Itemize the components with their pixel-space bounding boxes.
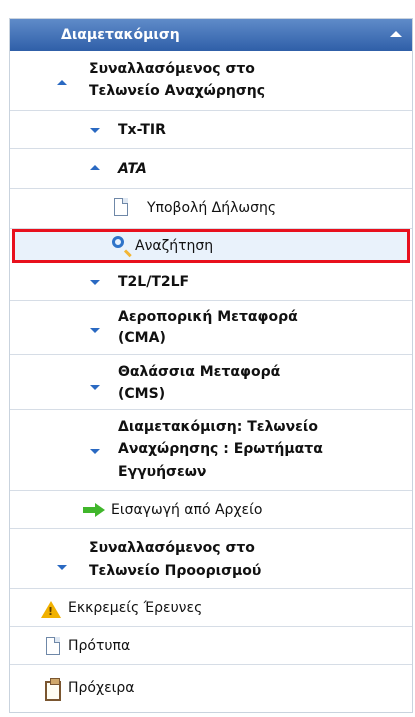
document-icon — [114, 198, 128, 216]
warning-mark: ! — [48, 605, 54, 618]
nav-label: (CMS) — [118, 386, 166, 402]
nav-item-pending-investigations[interactable]: ! Εκκρεμείς Έρευνες — [10, 589, 412, 627]
nav-item-transit-guarantees[interactable]: Διαμετακόμιση: Τελωνείο Αναχώρησης : Ερω… — [10, 410, 412, 491]
chevron-down-icon — [90, 280, 100, 285]
nav-item-import-file[interactable]: Εισαγωγή από Αρχείο — [10, 491, 412, 529]
nav-label: ATA — [118, 161, 147, 177]
arrow-right-icon — [83, 503, 105, 517]
nav-item-templates[interactable]: Πρότυπα — [10, 627, 412, 665]
nav-label: Εκκρεμείς Έρευνες — [68, 600, 203, 616]
chevron-down-icon — [90, 128, 100, 133]
nav-label: Πρότυπα — [68, 638, 131, 654]
nav-label: Αναχώρησης : Ερωτήματα — [118, 441, 323, 457]
collapse-icon[interactable] — [390, 31, 402, 37]
nav-label: Αεροπορική Μεταφορά — [118, 309, 298, 325]
nav-label: Διαμετακόμιση: Τελωνείο — [118, 419, 318, 435]
navigation-panel: Διαμετακόμιση Συναλλασόμενος στο Τελωνεί… — [9, 18, 413, 713]
chevron-down-icon — [90, 385, 100, 390]
nav-item-search[interactable]: Αναζήτηση — [12, 229, 410, 263]
nav-label: Αναζήτηση — [135, 238, 214, 254]
nav-label: Συναλλασόμενος στο — [89, 540, 255, 556]
nav-item-drafts[interactable]: Πρόχειρα — [10, 665, 412, 712]
nav-group-ata[interactable]: ATA — [10, 149, 412, 189]
nav-label: Tx-TIR — [118, 122, 166, 138]
nav-label: Τελωνείο Προορισμού — [89, 563, 262, 579]
nav-label: Εγγυήσεων — [118, 464, 207, 480]
chevron-up-icon — [90, 165, 100, 170]
nav-label: T2L/T2LF — [118, 274, 190, 290]
chevron-down-icon — [57, 565, 67, 570]
nav-group-departure[interactable]: Συναλλασόμενος στο Τελωνείο Αναχώρησης — [10, 51, 412, 111]
nav-item-submit-declaration[interactable]: Υποβολή Δήλωσης — [10, 189, 412, 229]
nav-group-destination[interactable]: Συναλλασόμενος στο Τελωνείο Προορισμού — [10, 529, 412, 589]
nav-label: Υποβολή Δήλωσης — [147, 200, 277, 216]
chevron-up-icon — [57, 80, 67, 85]
chevron-down-icon — [90, 449, 100, 454]
nav-label: Πρόχειρα — [68, 680, 135, 696]
nav-item-tx-tir[interactable]: Tx-TIR — [10, 111, 412, 149]
section-title: Διαμετακόμιση — [61, 27, 180, 43]
nav-label: Εισαγωγή από Αρχείο — [111, 502, 263, 518]
nav-label: Συναλλασόμενος στο — [89, 61, 255, 77]
nav-label: Τελωνείο Αναχώρησης — [89, 83, 265, 99]
nav-label: Θαλάσσια Μεταφορά — [118, 364, 281, 380]
nav-item-sea-transport[interactable]: Θαλάσσια Μεταφορά (CMS) — [10, 355, 412, 410]
chevron-down-icon — [90, 328, 100, 333]
nav-item-t2l[interactable]: T2L/T2LF — [10, 263, 412, 301]
clipboard-icon — [45, 678, 61, 701]
transit-section-header[interactable]: Διαμετακόμιση — [10, 19, 412, 51]
nav-label: (CMA) — [118, 330, 166, 346]
nav-item-air-transport[interactable]: Αεροπορική Μεταφορά (CMA) — [10, 301, 412, 355]
search-icon — [112, 236, 124, 248]
document-icon — [46, 637, 60, 655]
